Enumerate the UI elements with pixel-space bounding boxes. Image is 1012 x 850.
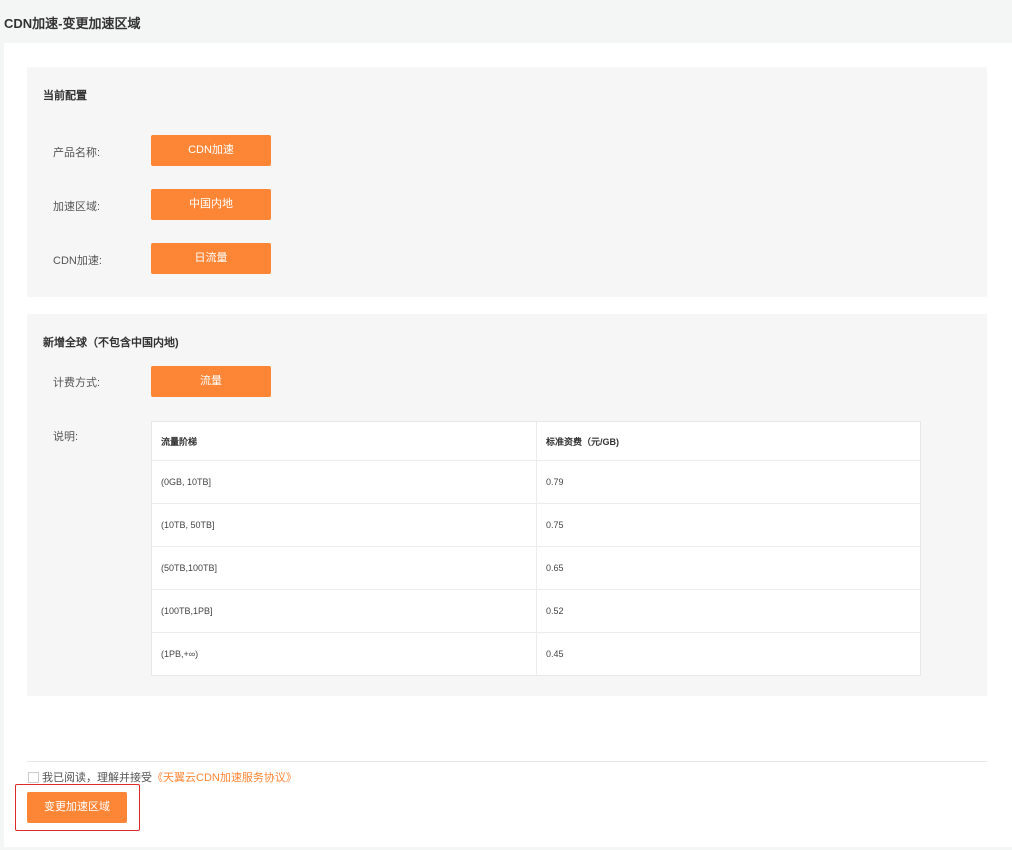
- page-title: CDN加速-变更加速区域: [4, 16, 141, 31]
- tier-price-cell: 0.79: [546, 477, 564, 487]
- product-name-label: 产品名称:: [53, 147, 101, 159]
- agreement-checkbox[interactable]: [28, 771, 39, 783]
- billing-method-value[interactable]: 流量: [151, 366, 271, 397]
- table-header-tier: 流量阶梯: [152, 422, 537, 460]
- cdn-billing-label: CDN加速:: [53, 255, 102, 267]
- agreement-row: 我已阅读，理解并接受 《天翼云CDN加速服务协议》: [28, 769, 297, 785]
- main-panel: 当前配置 产品名称: CDN加速 加速区域: 中国内地 CDN加速: 日流量 新…: [4, 43, 1012, 847]
- submit-highlight-frame: 变更加速区域: [15, 784, 140, 831]
- tier-price-cell: 0.52: [546, 606, 564, 616]
- tier-range-cell: (1PB,+∞): [152, 633, 537, 675]
- change-region-button[interactable]: 变更加速区域: [27, 792, 127, 823]
- global-section-title: 新增全球（不包含中国内地): [43, 337, 179, 349]
- region-label: 加速区域:: [53, 201, 101, 213]
- pricing-table: 流量阶梯 标准资费（元/GB) (0GB, 10TB] 0.79 (10TB, …: [151, 421, 921, 676]
- table-row: (0GB, 10TB] 0.79: [152, 460, 920, 503]
- tier-range-cell: (10TB, 50TB]: [152, 504, 537, 546]
- cdn-billing-value[interactable]: 日流量: [151, 243, 271, 274]
- table-header-price: 标准资费（元/GB): [546, 436, 619, 447]
- tier-price-cell: 0.45: [546, 649, 564, 659]
- global-section: 新增全球（不包含中国内地) 计费方式: 流量 说明: 流量阶梯 标准资费（元/G…: [27, 314, 987, 696]
- table-header-row: 流量阶梯 标准资费（元/GB): [152, 422, 920, 460]
- product-name-value[interactable]: CDN加速: [151, 135, 271, 166]
- tier-range-cell: (50TB,100TB]: [152, 547, 537, 589]
- table-row: (10TB, 50TB] 0.75: [152, 503, 920, 546]
- current-config-section: 当前配置 产品名称: CDN加速 加速区域: 中国内地 CDN加速: 日流量: [27, 67, 987, 297]
- tier-range-cell: (100TB,1PB]: [152, 590, 537, 632]
- tier-price-cell: 0.65: [546, 563, 564, 573]
- billing-method-label: 计费方式:: [53, 377, 101, 389]
- agreement-link[interactable]: 《天翼云CDN加速服务协议》: [152, 769, 297, 785]
- table-row: (50TB,100TB] 0.65: [152, 546, 920, 589]
- current-config-title: 当前配置: [43, 90, 87, 102]
- table-row: (100TB,1PB] 0.52: [152, 589, 920, 632]
- tier-price-cell: 0.75: [546, 520, 564, 530]
- tier-range-cell: (0GB, 10TB]: [152, 461, 537, 503]
- description-label: 说明:: [53, 431, 79, 443]
- table-row: (1PB,+∞) 0.45: [152, 632, 920, 675]
- agreement-text: 我已阅读，理解并接受: [42, 772, 152, 784]
- footer-divider: [27, 761, 987, 762]
- region-value[interactable]: 中国内地: [151, 189, 271, 220]
